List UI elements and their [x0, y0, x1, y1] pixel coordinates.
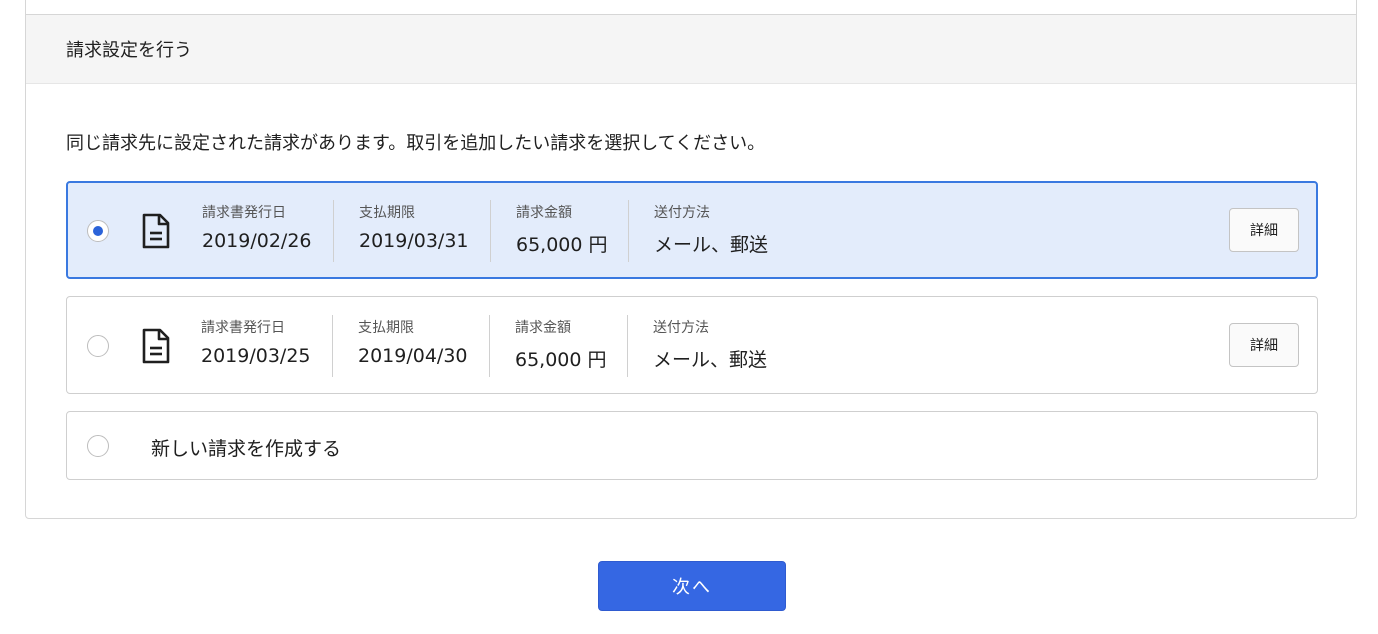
delivery-field: 送付方法 メール、郵送: [654, 202, 768, 257]
amount-value: 65,000 円: [515, 349, 607, 371]
issue-date-value: 2019/02/26: [202, 230, 312, 252]
amount-value: 65,000 円: [516, 234, 608, 256]
divider: [489, 315, 490, 377]
card-header: 請求設定を行う: [26, 14, 1356, 84]
new-invoice-option[interactable]: 新しい請求を作成する: [66, 411, 1318, 480]
due-date-value: 2019/04/30: [358, 345, 468, 367]
issue-date-field: 請求書発行日 2019/02/26: [202, 202, 312, 252]
radio-button-icon[interactable]: [87, 220, 109, 242]
due-date-field: 支払期限 2019/03/31: [359, 202, 469, 252]
issue-date-value: 2019/03/25: [201, 345, 311, 367]
billing-settings-card: 請求設定を行う 同じ請求先に設定された請求があります。取引を追加したい請求を選択…: [25, 0, 1357, 519]
divider: [333, 200, 334, 262]
issue-date-label: 請求書発行日: [201, 320, 285, 336]
divider: [627, 315, 628, 377]
delivery-field: 送付方法 メール、郵送: [653, 317, 767, 372]
card-title: 請求設定を行う: [66, 40, 192, 61]
new-invoice-label: 新しい請求を作成する: [151, 438, 342, 460]
amount-field: 請求金額 65,000 円: [515, 317, 607, 372]
divider: [490, 200, 491, 262]
due-date-value: 2019/03/31: [359, 230, 469, 252]
detail-button[interactable]: 詳細: [1229, 208, 1299, 252]
delivery-value: メール、郵送: [654, 234, 769, 256]
detail-button[interactable]: 詳細: [1229, 323, 1299, 367]
invoice-option-2[interactable]: 請求書発行日 2019/03/25 支払期限 2019/04/30 請求金額 6…: [66, 296, 1318, 394]
invoice-option-1[interactable]: 請求書発行日 2019/02/26 支払期限 2019/03/31 請求金額 6…: [66, 181, 1318, 279]
document-icon: [142, 213, 170, 249]
amount-field: 請求金額 65,000 円: [516, 202, 608, 257]
amount-label: 請求金額: [515, 320, 571, 336]
radio-button-icon[interactable]: [87, 435, 109, 457]
radio-button-icon[interactable]: [87, 335, 109, 357]
divider: [332, 315, 333, 377]
delivery-label: 送付方法: [653, 320, 709, 336]
due-date-label: 支払期限: [358, 320, 414, 336]
issue-date-field: 請求書発行日 2019/03/25: [201, 317, 311, 367]
divider: [628, 200, 629, 262]
due-date-field: 支払期限 2019/04/30: [358, 317, 468, 367]
next-button[interactable]: 次へ: [598, 561, 786, 611]
instruction-text: 同じ請求先に設定された請求があります。取引を追加したい請求を選択してください。: [66, 133, 766, 154]
amount-label: 請求金額: [516, 205, 572, 221]
due-date-label: 支払期限: [359, 205, 415, 221]
issue-date-label: 請求書発行日: [202, 205, 286, 221]
document-icon: [142, 328, 170, 364]
delivery-value: メール、郵送: [653, 349, 768, 371]
delivery-label: 送付方法: [654, 205, 710, 221]
